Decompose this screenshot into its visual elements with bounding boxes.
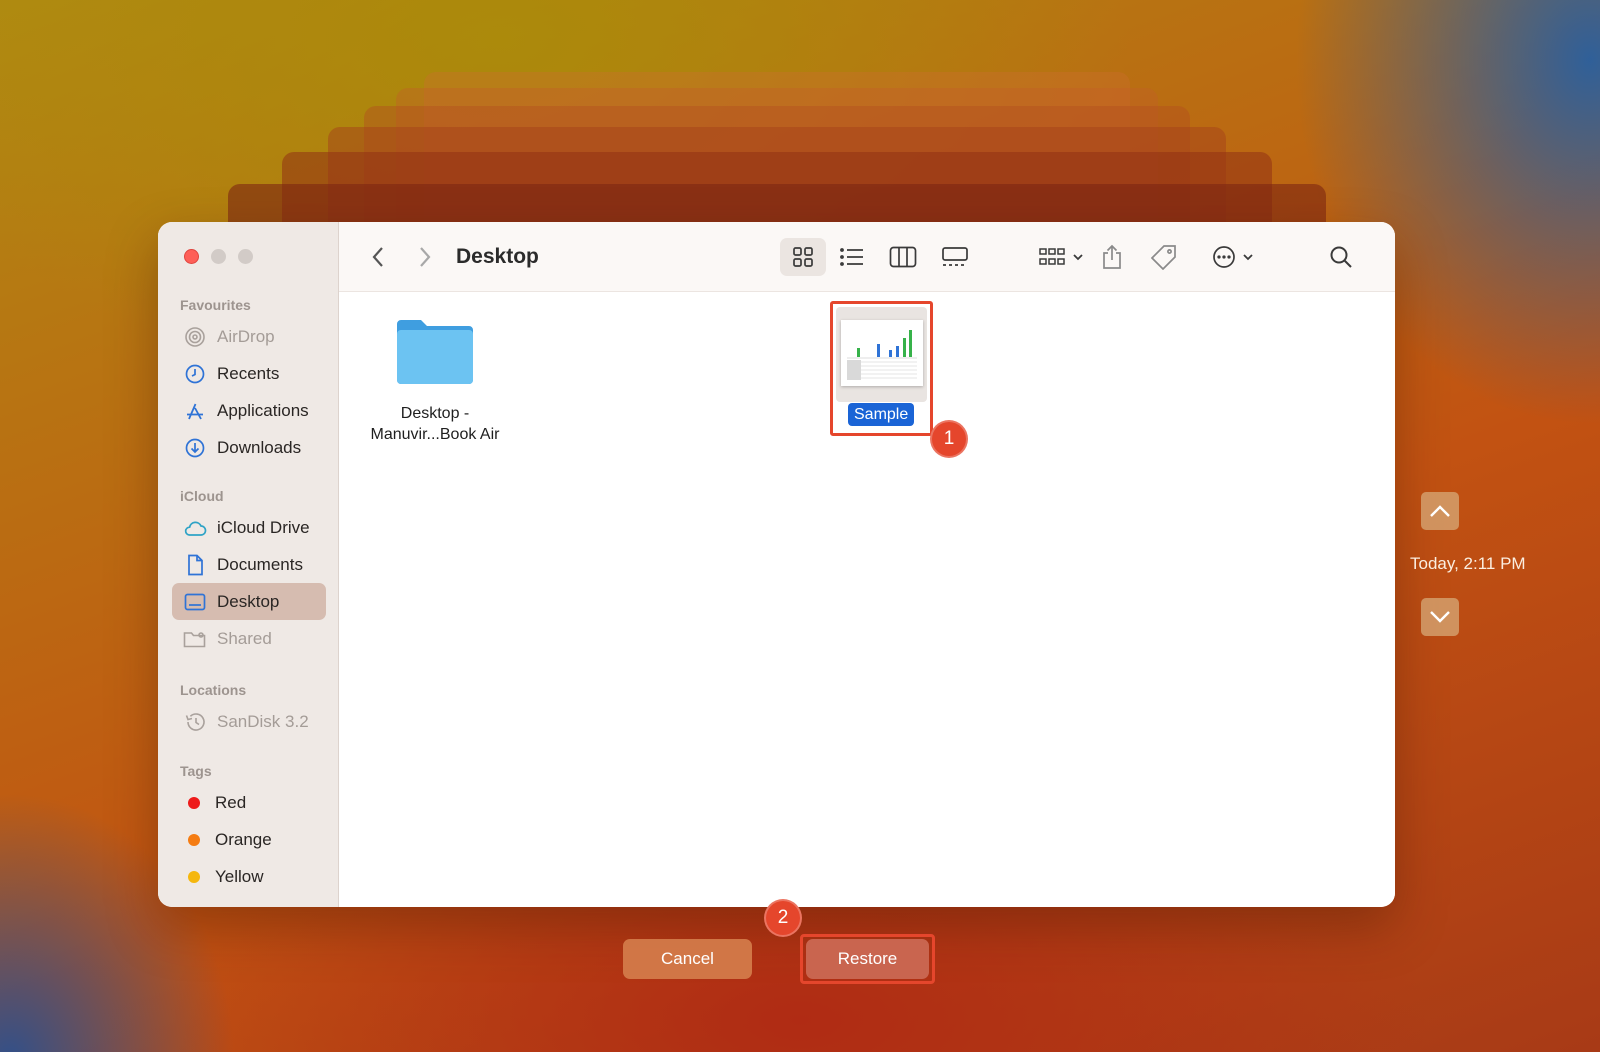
sidebar-item-label: Documents [217,554,303,574]
sidebar-item-label: Desktop [217,591,280,611]
restore-button[interactable]: Restore [806,939,929,979]
sidebar-item-tag-orange[interactable]: Orange [172,821,326,858]
yellow-tag-dot [188,870,200,883]
sidebar-section-tags: Tags [180,763,212,779]
sidebar-item-label: iCloud Drive [217,517,310,537]
cancel-button[interactable]: Cancel [623,939,752,979]
back-button[interactable] [365,238,391,276]
shared-folder-icon [182,628,208,650]
time-machine-icon [182,711,208,733]
sidebar-item-tag-red[interactable]: Red [172,784,326,821]
share-button[interactable] [1094,238,1130,276]
document-icon [182,554,208,576]
sidebar-section-favourites: Favourites [180,297,251,313]
sidebar-item-airdrop[interactable]: AirDrop [172,318,326,355]
airdrop-icon [182,326,208,348]
restore-highlight: Restore [800,934,935,984]
folder-item[interactable] [394,316,476,386]
list-icon [840,248,863,266]
red-tag-dot [188,796,200,809]
zoom-window-button[interactable] [238,249,253,264]
sidebar-section-locations: Locations [180,682,247,698]
icon-view-button[interactable] [780,238,826,276]
folder-name-line2: Manuvir...Book Air [370,426,500,443]
grid-icon [793,247,813,267]
chevron-right-icon [420,247,431,267]
chevron-down-icon [1430,611,1450,623]
gallery-view-button[interactable] [930,238,980,276]
folder-icon [397,320,473,384]
columns-icon [889,246,917,268]
folder-name-line1: Desktop - [400,405,470,422]
sample-file-item[interactable]: Sample [830,301,933,436]
group-icon [1039,248,1065,265]
chevron-up-icon [1430,505,1450,517]
list-view-button[interactable] [831,238,873,276]
spreadsheet-thumbnail-icon [841,320,923,386]
minimize-window-button[interactable] [211,249,226,264]
column-view-button[interactable] [880,238,926,276]
sidebar: Favourites AirDrop Recents Applications … [158,222,339,907]
sidebar-item-label: Red [215,792,247,812]
sample-file-name: Sample [848,403,915,426]
sidebar-item-sandisk[interactable]: SanDisk 3.2 [172,703,326,740]
tag-button[interactable] [1144,238,1184,276]
group-by-button[interactable] [1032,238,1090,276]
sidebar-item-documents[interactable]: Documents [172,546,326,583]
tag-icon [1151,245,1176,270]
ellipsis-circle-icon [1213,246,1235,268]
step-badge-1: 1 [930,420,968,458]
file-browser: Desktop - Manuvir...Book Air Sample 1 [339,292,1395,907]
sidebar-item-label: AirDrop [217,326,275,346]
step-badge-2: 2 [764,899,802,937]
sidebar-item-label: Yellow [215,866,264,886]
sidebar-item-recents[interactable]: Recents [172,355,326,392]
search-icon [1330,246,1352,268]
timeline-date: Today, 2:11 PM [1410,554,1526,573]
clock-icon [182,363,208,385]
sidebar-item-downloads[interactable]: Downloads [172,429,326,466]
timeline-down-button[interactable] [1421,598,1459,636]
more-actions-button[interactable] [1205,238,1261,276]
chevron-down-icon [1073,254,1083,261]
toolbar: Desktop [339,222,1395,292]
sidebar-section-icloud: iCloud [180,488,224,504]
sidebar-item-label: Applications [217,400,309,420]
timeline-up-button[interactable] [1421,492,1459,530]
close-window-button[interactable] [184,249,199,264]
sidebar-item-label: Downloads [217,437,302,457]
share-icon [1103,244,1121,269]
download-icon [182,437,208,459]
sidebar-item-applications[interactable]: Applications [172,392,326,429]
sidebar-item-tag-yellow[interactable]: Yellow [172,858,326,895]
window-title: Desktop [456,245,539,268]
finder-window: Favourites AirDrop Recents Applications … [158,222,1395,907]
sidebar-item-desktop[interactable]: Desktop [172,583,326,620]
sidebar-item-label: SanDisk 3.2 [217,711,309,731]
orange-tag-dot [188,833,200,846]
sidebar-item-label: Shared [217,628,272,648]
chevron-left-icon [372,247,383,267]
forward-button[interactable] [412,238,438,276]
cloud-icon [182,517,208,539]
sidebar-item-label: Recents [217,363,280,383]
desktop-icon [182,591,208,613]
sidebar-item-label: Orange [215,829,272,849]
sidebar-item-shared[interactable]: Shared [172,620,326,657]
gallery-icon [942,247,968,266]
chevron-down-icon [1243,254,1253,261]
search-button[interactable] [1323,238,1359,276]
sidebar-item-icloud-drive[interactable]: iCloud Drive [172,509,326,546]
applications-icon [182,400,208,422]
